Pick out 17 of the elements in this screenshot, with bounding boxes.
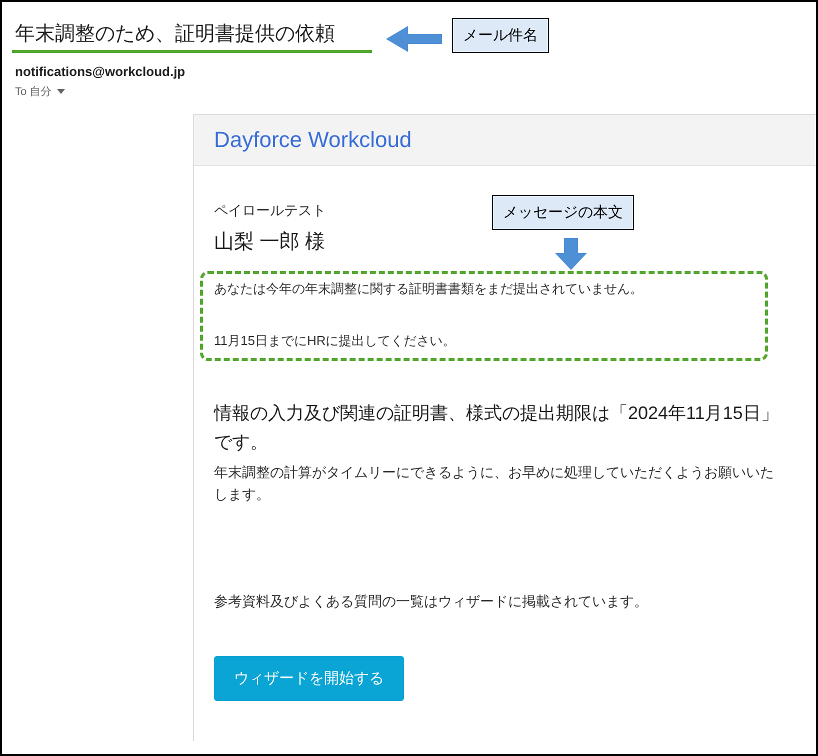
addressee-name: 山梨 一郎 様 — [214, 230, 326, 255]
left-arrow-icon — [386, 26, 442, 52]
recipient-label: To 自分 — [15, 85, 52, 99]
annotation-label: メール件名 — [452, 18, 549, 53]
reference-text: 参考資料及びよくある質問の一覧はウィザードに掲載されています。 — [214, 593, 649, 611]
start-wizard-button[interactable]: ウィザードを開始する — [214, 656, 404, 701]
request-text: 年末調整の計算がタイムリーにできるように、お早めに処理していただくようお願いいたします。 — [214, 463, 775, 504]
sender-address: notifications@workcloud.jp — [15, 64, 186, 79]
deadline-heading: 情報の入力及び関連の証明書、様式の提出期限は「2024年11月15日」です。 — [214, 402, 780, 454]
caret-icon — [56, 89, 65, 94]
down-arrow-icon — [555, 238, 587, 270]
brand-name: Dayforce Workcloud — [214, 127, 412, 153]
email-subject: 年末調整のため、証明書提供の依頼 — [15, 22, 335, 47]
message-text: 11月15日までにHRに提出してください。 — [214, 332, 457, 350]
annotation-label: メッセージの本文 — [492, 195, 634, 230]
message-text: あなたは今年の年末調整に関する証明書書類をまだ提出されていません。 — [214, 280, 644, 298]
company-name: ペイロールテスト — [214, 202, 326, 220]
